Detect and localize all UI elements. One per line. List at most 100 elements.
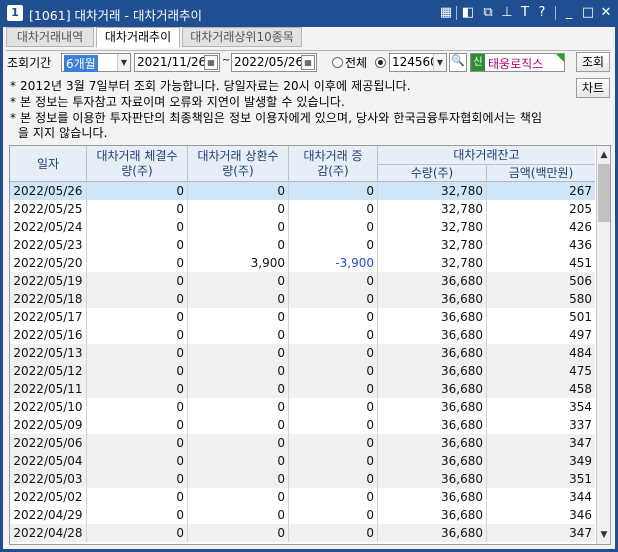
table-row[interactable]: 2022/05/11 0 0 0 36,680 458 bbox=[10, 380, 595, 398]
date-to-field[interactable]: 2022/05/26 ▦ bbox=[231, 53, 317, 72]
table-row[interactable]: 2022/05/18 0 0 0 36,680 580 bbox=[10, 290, 595, 308]
table-row[interactable]: 2022/05/26 0 0 0 32,780 267 bbox=[10, 182, 595, 200]
cell-change: 0 bbox=[289, 434, 378, 452]
scrollbar-thumb[interactable] bbox=[598, 164, 610, 222]
tab-lending-trend[interactable]: 대차거래추이 bbox=[96, 27, 180, 48]
cell-balance-amt: 346 bbox=[569, 508, 592, 522]
chart-button[interactable]: 차트 bbox=[576, 78, 610, 98]
cell-change: -3,900 bbox=[289, 254, 378, 272]
calendar-icon[interactable]: ▦ bbox=[204, 55, 218, 70]
cell-balance-amt: 347 bbox=[569, 436, 592, 450]
tab-lending-top10[interactable]: 대차거래상위10종목 bbox=[182, 27, 302, 47]
cell-balance-amt: 475 bbox=[569, 364, 592, 378]
cell-balance-amt: 458 bbox=[569, 382, 592, 396]
cell-change: 0 bbox=[289, 452, 378, 470]
table-row[interactable]: 2022/05/06 0 0 0 36,680 347 bbox=[10, 434, 595, 452]
cell-date: 2022/05/19 bbox=[10, 272, 87, 290]
header-exec-qty[interactable]: 대차거래 체결수량(주) bbox=[87, 146, 188, 182]
cell-balance-amt: 349 bbox=[569, 454, 592, 468]
grid-icon[interactable]: ▦ bbox=[438, 5, 454, 21]
cell-repay-qty: 3,900 bbox=[188, 254, 289, 272]
table-row[interactable]: 2022/05/03 0 0 0 36,680 351 bbox=[10, 470, 595, 488]
cell-change: 0 bbox=[289, 308, 378, 326]
header-change[interactable]: 대차거래 증감(주) bbox=[289, 146, 378, 182]
period-select[interactable]: 6개월 ▼ bbox=[61, 53, 131, 72]
stock-search-button[interactable]: 🔍 bbox=[449, 53, 467, 72]
calendar-icon[interactable]: ▦ bbox=[301, 55, 315, 70]
cell-balance-qty: 32,780 bbox=[378, 254, 487, 272]
chevron-down-icon[interactable]: ▼ bbox=[117, 54, 130, 71]
minimize-icon[interactable]: _ bbox=[561, 5, 577, 21]
cell-exec-qty: 0 bbox=[87, 344, 188, 362]
date-from-field[interactable]: 2021/11/26 ▦ bbox=[134, 53, 220, 72]
date-to-value: 2022/05/26 bbox=[234, 55, 304, 69]
cell-date: 2022/05/16 bbox=[10, 326, 87, 344]
header-repay-qty[interactable]: 대차거래 상환수량(주) bbox=[188, 146, 289, 182]
notice-line-2: * 본 정보는 투자참고 자료이며 오류와 지연이 발생할 수 있습니다. bbox=[10, 95, 345, 109]
cell-date: 2022/05/13 bbox=[10, 344, 87, 362]
tab-lending-details[interactable]: 대차거래내역 bbox=[6, 27, 94, 47]
maximize-icon[interactable]: □ bbox=[580, 5, 596, 21]
cell-change: 0 bbox=[289, 344, 378, 362]
cell-balance-qty: 36,680 bbox=[378, 380, 487, 398]
table-row[interactable]: 2022/05/10 0 0 0 36,680 354 bbox=[10, 398, 595, 416]
header-date[interactable]: 일자 bbox=[10, 146, 87, 182]
cell-repay-qty: 0 bbox=[188, 326, 289, 344]
cell-repay-qty: 0 bbox=[188, 488, 289, 506]
pin-icon[interactable]: ⊥ bbox=[499, 5, 515, 21]
table-row[interactable]: 2022/05/04 0 0 0 36,680 349 bbox=[10, 452, 595, 470]
cell-date: 2022/05/11 bbox=[10, 380, 87, 398]
cell-exec-qty: 0 bbox=[87, 362, 188, 380]
header-balance-amt[interactable]: 금액(백만원) bbox=[487, 164, 595, 182]
cell-change: 0 bbox=[289, 236, 378, 254]
cell-date: 2022/05/04 bbox=[10, 452, 87, 470]
cell-balance-qty: 36,680 bbox=[378, 416, 487, 434]
vertical-scrollbar[interactable]: ▲ ▼ bbox=[596, 146, 610, 544]
help-icon[interactable]: ? bbox=[534, 5, 550, 21]
table-row[interactable]: 2022/05/24 0 0 0 32,780 426 bbox=[10, 218, 595, 236]
notice-line-1: * 2012년 3월 7일부터 조회 가능합니다. 당일자료는 20시 이후에 … bbox=[10, 79, 411, 93]
table-row[interactable]: 2022/05/13 0 0 0 36,680 484 bbox=[10, 344, 595, 362]
cell-exec-qty: 0 bbox=[87, 236, 188, 254]
cell-exec-qty: 0 bbox=[87, 380, 188, 398]
date-from-value: 2021/11/26 bbox=[137, 55, 207, 69]
window-icon[interactable]: ◧ bbox=[460, 5, 476, 21]
chevron-down-icon[interactable]: ▼ bbox=[433, 54, 446, 71]
search-button[interactable]: 조회 bbox=[576, 52, 610, 72]
search-icon: 🔍 bbox=[451, 54, 465, 67]
cell-balance-amt: 497 bbox=[569, 328, 592, 342]
table-row[interactable]: 2022/05/17 0 0 0 36,680 501 bbox=[10, 308, 595, 326]
table-row[interactable]: 2022/05/20 0 3,900 -3,900 32,780 451 bbox=[10, 254, 595, 272]
table-row[interactable]: 2022/04/28 0 0 0 36,680 347 bbox=[10, 524, 595, 542]
stock-name-field: 신 태웅로직스 bbox=[470, 53, 565, 72]
radio-all[interactable] bbox=[332, 57, 343, 68]
cell-exec-qty: 0 bbox=[87, 182, 188, 200]
table-row[interactable]: 2022/05/16 0 0 0 36,680 497 bbox=[10, 326, 595, 344]
cell-repay-qty: 0 bbox=[188, 362, 289, 380]
cell-exec-qty: 0 bbox=[87, 200, 188, 218]
table-row[interactable]: 2022/05/23 0 0 0 32,780 436 bbox=[10, 236, 595, 254]
cell-repay-qty: 0 bbox=[188, 200, 289, 218]
header-balance-qty[interactable]: 수량(주) bbox=[378, 164, 487, 182]
table-row[interactable]: 2022/05/19 0 0 0 36,680 506 bbox=[10, 272, 595, 290]
close-icon[interactable]: ✕ bbox=[598, 5, 614, 21]
cell-exec-qty: 0 bbox=[87, 488, 188, 506]
cell-date: 2022/05/24 bbox=[10, 218, 87, 236]
restore-icon[interactable]: ⧉ bbox=[480, 5, 496, 21]
font-icon[interactable]: T bbox=[517, 5, 533, 21]
table-row[interactable]: 2022/05/02 0 0 0 36,680 344 bbox=[10, 488, 595, 506]
cell-exec-qty: 0 bbox=[87, 416, 188, 434]
table-row[interactable]: 2022/05/12 0 0 0 36,680 475 bbox=[10, 362, 595, 380]
cell-date: 2022/05/17 bbox=[10, 308, 87, 326]
cell-exec-qty: 0 bbox=[87, 506, 188, 524]
chevron-down-icon[interactable]: ▼ bbox=[597, 528, 610, 542]
table-row[interactable]: 2022/04/29 0 0 0 36,680 346 bbox=[10, 506, 595, 524]
cell-repay-qty: 0 bbox=[188, 434, 289, 452]
chevron-up-icon[interactable]: ▲ bbox=[597, 148, 610, 162]
cell-repay-qty: 0 bbox=[188, 308, 289, 326]
table-row[interactable]: 2022/05/09 0 0 0 36,680 337 bbox=[10, 416, 595, 434]
cell-balance-qty: 36,680 bbox=[378, 362, 487, 380]
table-row[interactable]: 2022/05/25 0 0 0 32,780 205 bbox=[10, 200, 595, 218]
stock-code-field[interactable]: 124560 ▼ bbox=[389, 53, 447, 72]
radio-stock-code[interactable] bbox=[375, 57, 386, 68]
